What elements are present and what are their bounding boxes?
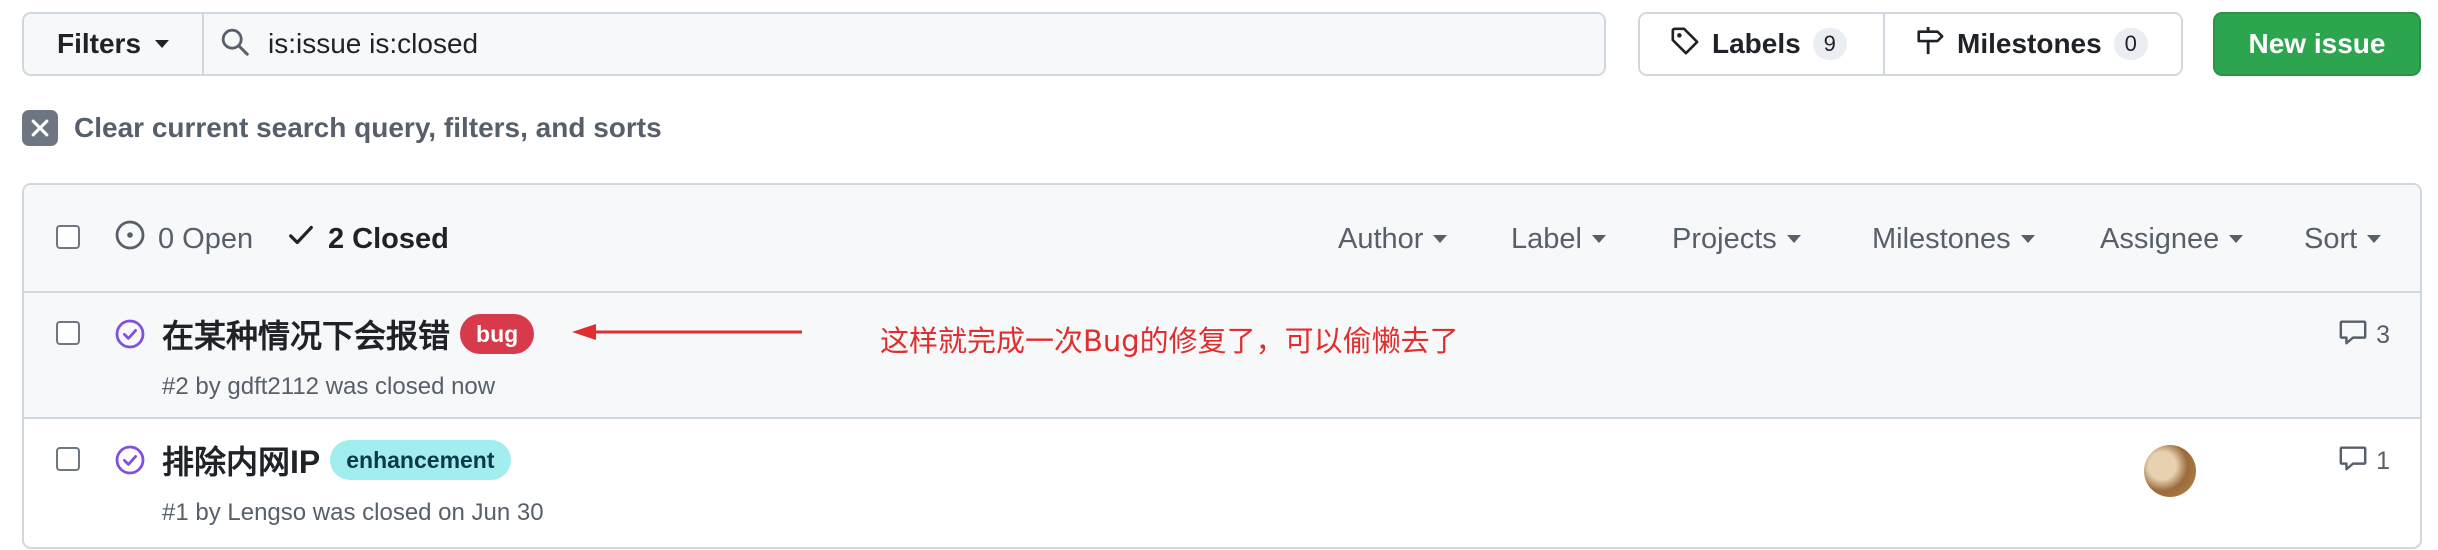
- comment-icon: [2338, 317, 2368, 354]
- caret-down-icon: [1786, 235, 1801, 243]
- labels-button[interactable]: Labels 9: [1640, 14, 1885, 74]
- select-all-checkbox[interactable]: [56, 225, 80, 249]
- labels-label: Labels: [1712, 28, 1801, 59]
- issue-closed-icon: [114, 318, 146, 355]
- search-icon: [220, 27, 250, 62]
- issue-label-enhancement[interactable]: enhancement: [330, 440, 511, 480]
- issue-checkbox[interactable]: [56, 321, 80, 345]
- comments-count: 1: [2376, 447, 2390, 475]
- assignee-filter-label: Assignee: [2100, 222, 2220, 255]
- tag-icon: [1670, 26, 1700, 63]
- x-icon: [22, 110, 58, 146]
- labels-milestones-group: Labels 9 Milestones 0: [1638, 12, 2183, 76]
- filters-label: Filters: [56, 28, 142, 59]
- issue-title-line: 排除内网IP enhancement: [162, 437, 511, 483]
- assignee-filter[interactable]: Assignee: [2100, 185, 2244, 293]
- issue-closed-icon: [114, 444, 146, 481]
- annotation-text: 这样就完成一次Bug的修复了，可以偷懒去了: [880, 324, 1459, 358]
- comments-count: 3: [2376, 321, 2390, 349]
- clear-filters-text: Clear current search query, filters, and…: [74, 112, 662, 143]
- caret-down-icon: [1591, 235, 1606, 243]
- issue-checkbox[interactable]: [56, 447, 80, 471]
- milestones-filter[interactable]: Milestones: [1872, 185, 2035, 293]
- projects-filter[interactable]: Projects: [1672, 185, 1801, 293]
- issues-list-header: 0 Open 2 Closed Author Label Projects Mi…: [24, 185, 2420, 293]
- issue-title-link[interactable]: 在某种情况下会报错: [162, 311, 450, 357]
- caret-down-icon: [2229, 235, 2244, 243]
- search-box[interactable]: [204, 14, 1604, 74]
- annotation-arrow-icon: [572, 324, 802, 340]
- issues-list: 0 Open 2 Closed Author Label Projects Mi…: [22, 183, 2422, 549]
- new-issue-button[interactable]: New issue: [2213, 12, 2421, 76]
- issue-meta: #1 by Lengso was closed on Jun 30: [162, 499, 544, 526]
- caret-down-icon: [1433, 235, 1448, 243]
- search-input[interactable]: [268, 28, 1568, 60]
- open-issues-label: 0 Open: [158, 222, 254, 255]
- caret-down-icon: [155, 40, 170, 48]
- issue-row[interactable]: 排除内网IP enhancement #1 by Lengso was clos…: [24, 419, 2420, 545]
- projects-filter-label: Projects: [1672, 222, 1777, 255]
- clear-filters-link[interactable]: Clear current search query, filters, and…: [22, 108, 662, 148]
- milestones-filter-label: Milestones: [1872, 222, 2011, 255]
- sort-filter-label: Sort: [2304, 222, 2358, 255]
- check-icon: [286, 220, 316, 258]
- issue-opened-icon: [114, 219, 146, 259]
- filter-search-group: Filters: [22, 12, 1606, 76]
- issue-title-line: 在某种情况下会报错 bug: [162, 311, 535, 357]
- comments-link[interactable]: 1: [2338, 443, 2390, 480]
- milestones-button[interactable]: Milestones 0: [1885, 14, 2181, 74]
- caret-down-icon: [2367, 235, 2382, 243]
- caret-down-icon: [2020, 235, 2035, 243]
- closed-issues-label: 2 Closed: [328, 222, 449, 255]
- label-filter-label: Label: [1511, 222, 1582, 255]
- issue-meta: #2 by gdft2112 was closed now: [162, 373, 496, 400]
- milestones-label: Milestones: [1957, 28, 2102, 59]
- milestone-icon: [1915, 26, 1945, 63]
- author-filter-label: Author: [1338, 222, 1424, 255]
- labels-count: 9: [1812, 28, 1847, 60]
- issue-title-link[interactable]: 排除内网IP: [162, 437, 320, 483]
- comments-link[interactable]: 3: [2338, 317, 2390, 354]
- issue-label-bug[interactable]: bug: [460, 314, 535, 354]
- issues-toolbar: Filters Labels 9 Milestones 0 New issue: [22, 12, 2422, 76]
- open-issues-tab[interactable]: 0 Open: [114, 185, 253, 293]
- milestones-count: 0: [2113, 28, 2148, 60]
- closed-issues-tab[interactable]: 2 Closed: [286, 185, 449, 293]
- filters-dropdown-button[interactable]: Filters: [24, 14, 204, 74]
- sort-filter[interactable]: Sort: [2304, 185, 2382, 293]
- assignee-avatar[interactable]: [2144, 445, 2196, 497]
- label-filter[interactable]: Label: [1511, 185, 1606, 293]
- author-filter[interactable]: Author: [1338, 185, 1448, 293]
- comment-icon: [2338, 443, 2368, 480]
